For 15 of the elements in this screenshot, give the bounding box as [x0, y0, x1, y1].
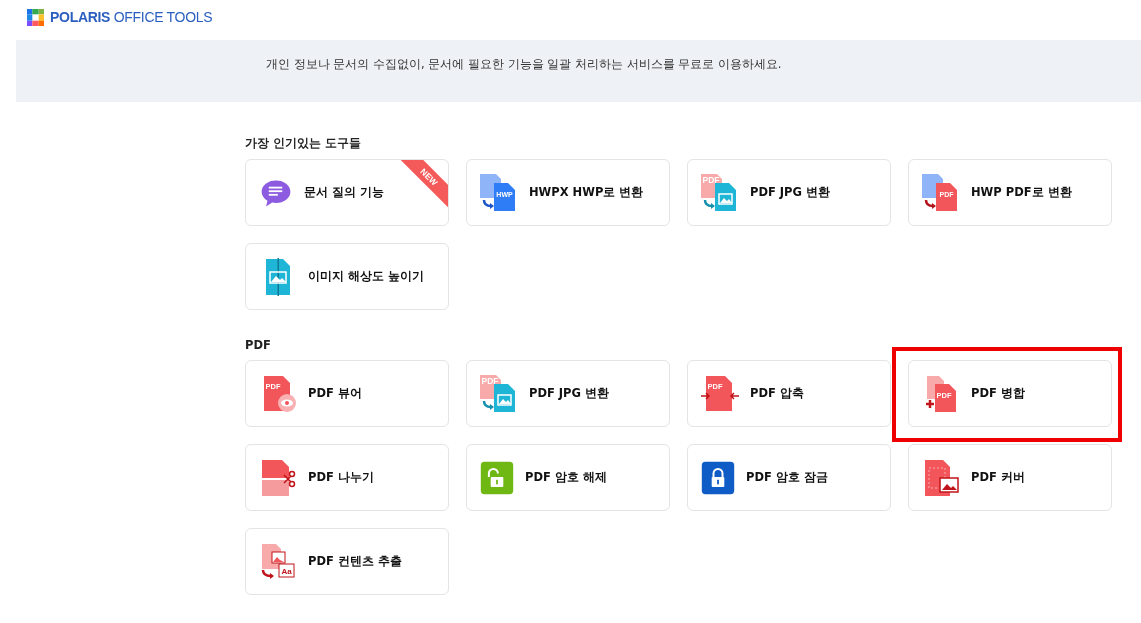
tool-card[interactable]: Aa PDF 컨텐츠 추출 [245, 528, 449, 595]
section-title: 가장 인기있는 도구들 [245, 136, 362, 151]
logo-icon [27, 8, 44, 26]
banner-text: 개인 정보나 문서의 수집없이, 문서에 필요한 기능을 일괄 처리하는 서비스를 무료로 이용하세요. [266, 56, 782, 72]
lock-icon [700, 459, 736, 496]
tool-card[interactable]: PDF PDF JPG 변환 [466, 360, 670, 427]
tool-card[interactable]: PDF 암호 잠금 [687, 444, 891, 511]
unlock-icon [479, 459, 515, 496]
tool-card[interactable]: PDF 나누기 [245, 444, 449, 511]
logo-text[interactable]: POLARIS OFFICE TOOLS [50, 9, 213, 25]
tool-card[interactable]: PDF 커버 [908, 444, 1112, 511]
tool-card[interactable]: 이미지 해상도 높이기 [245, 243, 449, 310]
tool-card[interactable]: PDF PDF JPG 변환 [687, 159, 891, 226]
section-title: PDF [245, 338, 272, 352]
tool-card[interactable]: PDF 암호 해제 [466, 444, 670, 511]
